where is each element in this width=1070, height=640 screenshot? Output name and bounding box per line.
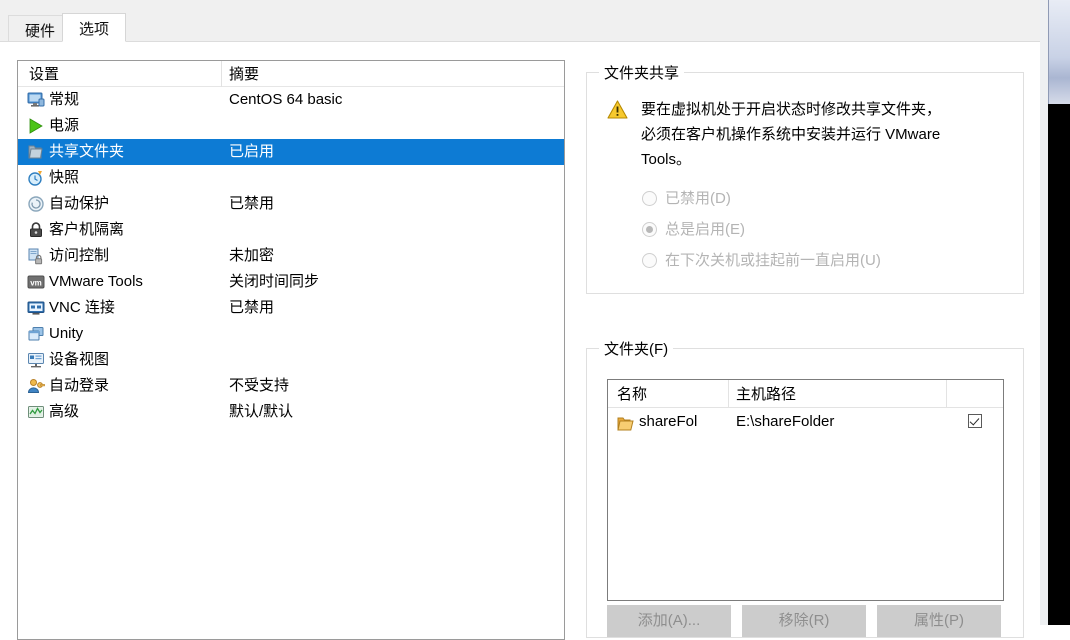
setting-label: VNC 连接: [49, 299, 115, 316]
folder-sharing-warning-text: 要在虚拟机处于开启状态时修改共享文件夹，必须在客户机操作系统中安装并运行 VMw…: [641, 101, 942, 168]
tab-strip: 硬件 选项: [0, 8, 1040, 42]
settings-column-summary: 摘要: [229, 66, 260, 83]
power-play-icon: [27, 117, 45, 135]
setting-label: 自动登录: [49, 377, 110, 394]
folder-sharing-group: 文件夹共享 要在虚拟机处于开启状态时修改共享文件夹，必须在客户机操作系统中安装并…: [586, 62, 1024, 294]
radio-sharing-always-enabled-label: 总是启用(E): [665, 221, 745, 238]
folders-header-divider-2: [946, 380, 947, 407]
folders-table-header: 名称 主机路径: [608, 380, 1003, 408]
autoprotect-icon: [27, 195, 45, 213]
settings-column-name: 设置: [29, 66, 60, 83]
setting-summary: 不受支持: [229, 377, 290, 394]
folders-group: 文件夹(F) 名称 主机路径 shareFol E:\shareFolder 添…: [586, 338, 1024, 638]
shared-folder-icon: [27, 143, 45, 161]
setting-label: VMware Tools: [49, 273, 143, 290]
add-folder-button[interactable]: 添加(A)...: [607, 605, 731, 637]
background-black-region: [1048, 104, 1070, 625]
radio-sharing-disabled-label: 已禁用(D): [665, 190, 731, 207]
setting-row-vmware-tools[interactable]: vm VMware Tools 关闭时间同步: [18, 269, 564, 295]
setting-label: 快照: [49, 169, 80, 186]
radio-circle-icon: [642, 191, 657, 206]
settings-header-divider: [221, 61, 222, 87]
background-window-edge: [1048, 0, 1070, 104]
snapshot-clock-icon: [27, 169, 45, 187]
setting-label: 设备视图: [49, 351, 110, 368]
unity-windows-icon: [27, 325, 45, 343]
setting-row-advanced[interactable]: 高级 默认/默认: [18, 399, 564, 425]
radio-sharing-until-shutdown-label: 在下次关机或挂起前一直启用(U): [665, 252, 881, 269]
folders-table[interactable]: 名称 主机路径 shareFol E:\shareFolder: [607, 379, 1004, 601]
svg-text:vm: vm: [30, 278, 42, 287]
device-view-icon: [27, 351, 45, 369]
tab-hardware-label: 硬件: [25, 23, 56, 40]
folders-column-name: 名称: [617, 386, 648, 403]
setting-summary: 默认/默认: [229, 403, 294, 420]
dialog-body: 设置 摘要 常规 CentOS 64 basic 电源 共享文件夹 已启用 快照…: [0, 42, 1040, 640]
folders-group-title: 文件夹(F): [599, 338, 674, 359]
setting-row-auto-login[interactable]: 自动登录 不受支持: [18, 373, 564, 399]
setting-label: 共享文件夹: [49, 143, 125, 160]
background-seam: [1040, 0, 1048, 625]
remove-folder-button[interactable]: 移除(R): [742, 605, 866, 637]
monitor-icon: [27, 91, 45, 109]
setting-row-power[interactable]: 电源: [18, 113, 564, 139]
setting-label: 常规: [49, 91, 80, 108]
folder-name: shareFol: [639, 413, 698, 430]
setting-label: 自动保护: [49, 195, 110, 212]
setting-row-vnc-connection[interactable]: VNC 连接 已禁用: [18, 295, 564, 321]
warning-triangle-icon: [607, 100, 628, 119]
advanced-graph-icon: [27, 403, 45, 421]
folder-sharing-group-title: 文件夹共享: [599, 62, 685, 83]
setting-label: 访问控制: [49, 247, 110, 264]
setting-summary: 已启用: [229, 143, 275, 160]
setting-summary: 关闭时间同步: [229, 273, 320, 290]
settings-list[interactable]: 设置 摘要 常规 CentOS 64 basic 电源 共享文件夹 已启用 快照…: [17, 60, 565, 640]
folder-host-path: E:\shareFolder: [736, 413, 835, 430]
folder-properties-button[interactable]: 属性(P): [877, 605, 1001, 637]
setting-row-device-view[interactable]: 设备视图: [18, 347, 564, 373]
vmware-tools-icon: vm: [27, 273, 45, 291]
tab-options[interactable]: 选项: [62, 13, 127, 42]
setting-row-autoprotect[interactable]: 自动保护 已禁用: [18, 191, 564, 217]
setting-row-shared-folders[interactable]: 共享文件夹 已启用: [18, 139, 564, 165]
folders-column-host-path: 主机路径: [736, 386, 797, 403]
radio-circle-icon: [642, 253, 657, 268]
setting-row-general[interactable]: 常规 CentOS 64 basic: [18, 87, 564, 113]
padlock-icon: [27, 221, 45, 239]
vm-settings-dialog: 硬件 选项 设置 摘要 常规 CentOS 64 basic 电源 共享文件夹 …: [0, 0, 1040, 640]
setting-summary: CentOS 64 basic: [229, 91, 343, 108]
folders-header-divider-1: [728, 380, 729, 407]
setting-label: 客户机隔离: [49, 221, 125, 238]
setting-label: 高级: [49, 403, 80, 420]
setting-label: 电源: [49, 117, 80, 134]
setting-row-guest-isolation[interactable]: 客户机隔离: [18, 217, 564, 243]
setting-row-access-control[interactable]: 访问控制 未加密: [18, 243, 564, 269]
folder-enabled-checkbox[interactable]: [968, 414, 982, 428]
table-row[interactable]: shareFol E:\shareFolder: [608, 408, 1003, 436]
radio-circle-icon: [642, 222, 657, 237]
setting-summary: 未加密: [229, 247, 275, 264]
tab-options-label: 选项: [79, 21, 110, 38]
folder-icon: [617, 413, 634, 431]
setting-label: Unity: [49, 325, 84, 342]
settings-list-header: 设置 摘要: [18, 61, 564, 87]
auto-login-icon: [27, 377, 45, 395]
access-control-icon: [27, 247, 45, 265]
options-right-column: 文件夹共享 要在虚拟机处于开启状态时修改共享文件夹，必须在客户机操作系统中安装并…: [586, 60, 1024, 640]
setting-row-snapshots[interactable]: 快照: [18, 165, 564, 191]
setting-row-unity[interactable]: Unity: [18, 321, 564, 347]
setting-summary: 已禁用: [229, 195, 275, 212]
vnc-monitor-icon: [27, 299, 45, 317]
setting-summary: 已禁用: [229, 299, 275, 316]
